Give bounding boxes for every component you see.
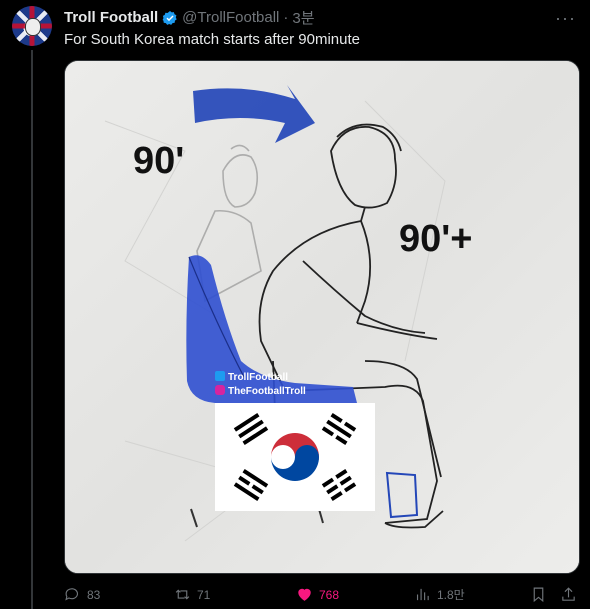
- reply-button[interactable]: 83: [64, 586, 100, 603]
- heart-icon: [298, 588, 311, 601]
- separator-dot: ·: [283, 9, 289, 26]
- share-icon: [562, 587, 575, 601]
- thread-line: [31, 50, 33, 609]
- meme-illustration: 90' 90'+ TrollFootball TheFootballTroll: [65, 61, 579, 573]
- label-90: 90': [133, 140, 184, 182]
- tweet-text: For South Korea match starts after 90min…: [64, 31, 360, 48]
- views-icon: [416, 588, 429, 601]
- like-button[interactable]: 768: [296, 586, 339, 603]
- avatar[interactable]: [12, 6, 52, 46]
- author-name[interactable]: Troll Football: [64, 9, 158, 26]
- like-count: 768: [319, 587, 340, 602]
- label-90-plus: 90'+: [399, 218, 473, 260]
- tweet-actions: 83 71 768 1.8만: [64, 586, 578, 606]
- south-korea-flag: [215, 403, 375, 511]
- views-button[interactable]: 1.8만: [414, 586, 465, 603]
- more-icon[interactable]: ···: [555, 8, 576, 29]
- retweet-count: 71: [197, 587, 211, 602]
- bookmark-icon: [533, 587, 544, 603]
- instagram-icon: [215, 385, 225, 395]
- watermark-instagram: TheFootballTroll: [228, 386, 306, 397]
- tweet-media[interactable]: 90' 90'+ TrollFootball TheFootballTroll: [64, 60, 580, 574]
- bookmark-button[interactable]: [530, 586, 547, 603]
- views-count: 1.8만: [437, 588, 465, 602]
- retweet-button[interactable]: 71: [174, 586, 210, 603]
- watermark-twitter: TrollFootball: [228, 372, 288, 383]
- verified-badge-icon: [162, 10, 177, 25]
- share-button[interactable]: [560, 586, 577, 603]
- timestamp[interactable]: 3분: [292, 7, 314, 28]
- troll-face-icon: [25, 18, 41, 36]
- reply-count: 83: [87, 587, 101, 602]
- twitter-icon: [215, 371, 225, 381]
- reply-icon: [65, 588, 79, 601]
- author-handle[interactable]: @TrollFootball: [182, 9, 279, 26]
- retweet-icon: [175, 589, 190, 600]
- tweet-header: Troll Football @TrollFootball · 3분: [64, 7, 315, 28]
